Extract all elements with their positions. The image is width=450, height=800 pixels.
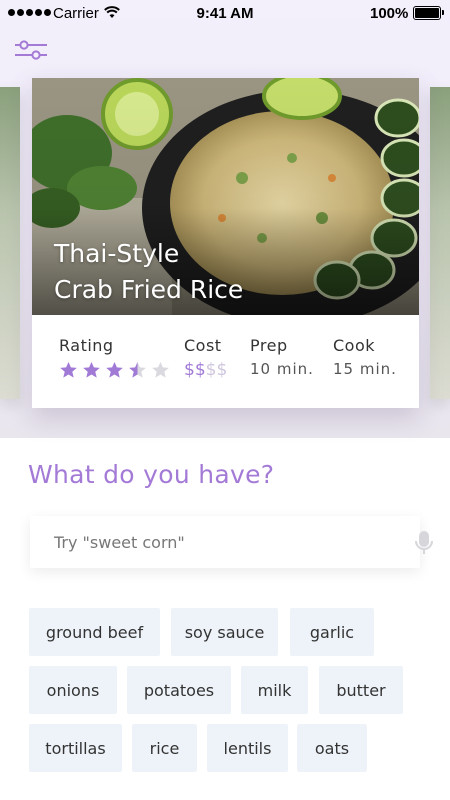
cook-label: Cook bbox=[333, 336, 376, 355]
cost-symbol-inactive: $ bbox=[205, 360, 217, 380]
ingredient-chip[interactable]: soy sauce bbox=[171, 608, 278, 656]
ingredient-chip[interactable]: lentils bbox=[207, 724, 288, 772]
pantry-heading: What do you have? bbox=[28, 460, 275, 489]
battery-percentage: 100% bbox=[370, 5, 409, 22]
star-filled-icon bbox=[60, 362, 77, 378]
previous-recipe-card[interactable] bbox=[0, 87, 20, 399]
ingredient-chip[interactable]: butter bbox=[319, 666, 403, 714]
cost-label: Cost bbox=[184, 336, 222, 355]
cost-symbol-active: $ bbox=[184, 360, 195, 380]
cook-value: 15 min. bbox=[333, 360, 397, 378]
recipe-photo: Thai-Style Crab Fried Rice bbox=[32, 78, 419, 315]
star-filled-icon bbox=[83, 362, 100, 378]
recipe-title-line-2: Crab Fried Rice bbox=[54, 275, 244, 304]
rating-stat: Rating bbox=[59, 336, 170, 379]
ingredient-search-input[interactable] bbox=[30, 516, 370, 568]
prep-stat: Prep 10 min. bbox=[250, 336, 314, 378]
microphone-icon[interactable] bbox=[413, 530, 435, 556]
featured-recipe-card[interactable]: Thai-Style Crab Fried Rice Rating Cost $… bbox=[32, 78, 419, 408]
cook-stat: Cook 15 min. bbox=[333, 336, 397, 378]
cost-indicator: $$$$ bbox=[184, 360, 227, 380]
status-bar: Carrier 9:41 AM 100% bbox=[0, 0, 450, 28]
ingredient-chip[interactable]: potatoes bbox=[127, 666, 231, 714]
ingredient-chip[interactable]: oats bbox=[297, 724, 367, 772]
ingredient-chip[interactable]: onions bbox=[29, 666, 117, 714]
prep-label: Prep bbox=[250, 336, 288, 355]
ingredient-chip[interactable]: rice bbox=[132, 724, 197, 772]
cost-stat: Cost $$$$ bbox=[184, 336, 227, 380]
star-empty-icon bbox=[152, 362, 169, 378]
ingredient-chip[interactable]: milk bbox=[241, 666, 308, 714]
star-half-icon bbox=[129, 362, 146, 378]
next-recipe-card[interactable] bbox=[430, 87, 450, 399]
ingredient-chip[interactable]: garlic bbox=[290, 608, 374, 656]
filter-sliders-icon[interactable] bbox=[14, 38, 48, 62]
star-rating bbox=[59, 361, 170, 379]
ingredient-chip[interactable]: ground beef bbox=[29, 608, 160, 656]
ingredient-chip[interactable]: tortillas bbox=[29, 724, 122, 772]
cost-symbol-active: $ bbox=[194, 360, 206, 380]
recipe-title-line-1: Thai-Style bbox=[54, 239, 180, 268]
star-filled-icon bbox=[106, 362, 123, 378]
cost-symbol-inactive: $ bbox=[216, 360, 228, 380]
ingredient-search-box bbox=[30, 516, 433, 568]
prep-value: 10 min. bbox=[250, 360, 314, 378]
recipe-title: Thai-Style Crab Fried Rice bbox=[54, 236, 394, 308]
recipe-stats: Rating Cost $$$$ Prep 10 min. Cook 15 mi… bbox=[32, 315, 419, 408]
battery-icon bbox=[413, 6, 444, 20]
rating-label: Rating bbox=[59, 336, 114, 355]
